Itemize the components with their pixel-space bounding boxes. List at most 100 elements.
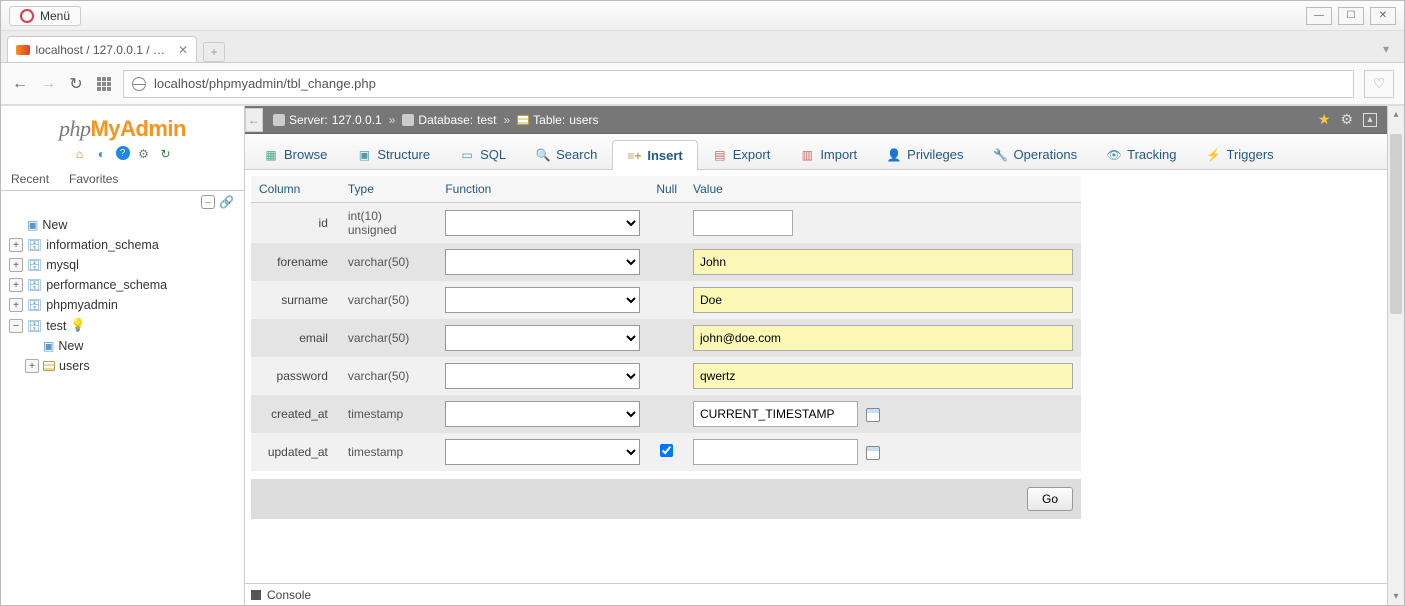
function-select[interactable] (445, 439, 640, 465)
function-select[interactable] (445, 325, 640, 351)
value-input[interactable] (693, 287, 1073, 313)
collapse-all-icon[interactable]: – (201, 195, 215, 209)
value-input[interactable] (693, 325, 1073, 351)
tree-db-performance-schema[interactable]: + 🗄 performance_schema (7, 275, 238, 295)
database-icon: 🗄 (27, 238, 42, 252)
calendar-icon[interactable] (866, 408, 880, 422)
database-icon: 🗄 (27, 258, 42, 272)
tree-db-information-schema[interactable]: + 🗄 information_schema (7, 235, 238, 255)
opera-menu-button[interactable]: Menü (9, 6, 81, 26)
function-select[interactable] (445, 210, 640, 236)
favorite-icon[interactable]: ★ (1318, 111, 1331, 128)
new-db-icon: ▣ (27, 218, 38, 232)
tree-db-mysql[interactable]: + 🗄 mysql (7, 255, 238, 275)
expand-icon[interactable]: + (9, 278, 23, 292)
import-icon: ▥ (800, 148, 814, 162)
recent-tab[interactable]: Recent (1, 168, 59, 190)
calendar-icon[interactable] (866, 446, 880, 460)
function-select[interactable] (445, 249, 640, 275)
expand-icon[interactable]: + (25, 359, 39, 373)
header-column[interactable]: Column (251, 176, 340, 203)
value-input[interactable] (693, 439, 858, 465)
pma-icon-row: ⌂ ◐ ? ⚙ ↻ (1, 146, 244, 168)
tab-operations[interactable]: 🔧Operations (979, 139, 1093, 169)
scroll-top-icon[interactable]: ▴ (1363, 113, 1377, 127)
scroll-up-button[interactable]: ▴ (1388, 106, 1404, 123)
speed-dial-grid-button[interactable] (95, 75, 113, 93)
breadcrumb-server[interactable]: 127.0.0.1 (332, 113, 382, 127)
tab-browse[interactable]: ▦Browse (249, 139, 342, 169)
url-input[interactable]: localhost/phpmyadmin/tbl_change.php (123, 70, 1354, 98)
new-tab-button[interactable]: + (203, 42, 225, 62)
forward-button[interactable]: → (39, 75, 57, 93)
settings-icon[interactable]: ⚙ (136, 146, 152, 162)
scrollbar[interactable]: ▴ ▾ (1387, 106, 1404, 605)
tab-close-icon[interactable]: ✕ (178, 43, 188, 57)
reload-button[interactable]: ↻ (67, 75, 85, 93)
breadcrumb-database[interactable]: test (477, 113, 496, 127)
value-input[interactable] (693, 210, 793, 236)
collapse-icon[interactable]: – (9, 319, 23, 333)
insert-icon: ≡+ (627, 149, 641, 163)
console-bar[interactable]: Console (245, 583, 1387, 605)
speed-dial-button[interactable]: ▾ (1374, 39, 1398, 59)
tree-db-test[interactable]: – 🗄 test 💡 (7, 315, 238, 336)
go-button[interactable]: Go (1027, 487, 1073, 511)
tab-search[interactable]: 🔍Search (521, 139, 612, 169)
sidebar-collapse-button[interactable]: ← (245, 108, 263, 132)
expand-icon[interactable]: + (9, 298, 23, 312)
tab-privileges[interactable]: 👤Privileges (872, 139, 978, 169)
tree-new-table[interactable]: ▣ New (7, 336, 238, 356)
bulb-icon: 💡 (70, 318, 86, 333)
tree-db-phpmyadmin[interactable]: + 🗄 phpmyadmin (7, 295, 238, 315)
header-type[interactable]: Type (340, 176, 437, 203)
browser-tab[interactable]: localhost / 127.0.0.1 / test ✕ (7, 36, 197, 62)
bookmark-button[interactable]: ♡ (1364, 70, 1394, 98)
nav-link-icon[interactable]: 🔗 (219, 195, 234, 209)
tab-structure[interactable]: ▣Structure (342, 139, 445, 169)
scroll-down-button[interactable]: ▾ (1388, 588, 1404, 605)
expand-icon[interactable]: + (9, 258, 23, 272)
tab-sql[interactable]: ▭SQL (445, 139, 521, 169)
insert-row-created_at: created_attimestamp (251, 395, 1081, 433)
tab-title: localhost / 127.0.0.1 / test (36, 43, 168, 57)
tab-export[interactable]: ▤Export (698, 139, 786, 169)
docs-icon[interactable]: ? (116, 146, 130, 160)
tree-table-users[interactable]: + users (7, 356, 238, 376)
minimize-button[interactable]: — (1306, 7, 1332, 25)
reload-icon[interactable]: ↻ (158, 146, 174, 162)
logout-icon[interactable]: ◐ (94, 146, 110, 162)
page-settings-icon[interactable]: ⚙ (1340, 111, 1353, 128)
favicon-icon (16, 45, 30, 55)
insert-form: Column Type Function Null Value idint(10… (245, 170, 1387, 583)
function-select[interactable] (445, 363, 640, 389)
back-button[interactable]: ← (11, 75, 29, 93)
expand-icon[interactable]: + (9, 238, 23, 252)
col-name: surname (251, 281, 340, 319)
function-select[interactable] (445, 401, 640, 427)
value-input[interactable] (693, 363, 1073, 389)
function-select[interactable] (445, 287, 640, 313)
maximize-button[interactable]: ☐ (1338, 7, 1364, 25)
scroll-thumb[interactable] (1390, 134, 1402, 314)
favorites-tab[interactable]: Favorites (59, 168, 128, 190)
header-null[interactable]: Null (648, 176, 685, 203)
header-function[interactable]: Function (437, 176, 648, 203)
tab-import[interactable]: ▥Import (785, 139, 872, 169)
tab-tracking[interactable]: 👁Tracking (1092, 139, 1191, 169)
col-type: varchar(50) (340, 281, 437, 319)
sql-icon: ▭ (460, 148, 474, 162)
home-icon[interactable]: ⌂ (72, 146, 88, 162)
database-icon: 🗄 (27, 298, 42, 312)
value-input[interactable] (693, 249, 1073, 275)
tab-triggers[interactable]: ⚡Triggers (1191, 139, 1288, 169)
value-input[interactable] (693, 401, 858, 427)
null-checkbox[interactable] (660, 444, 673, 457)
tree-new-db[interactable]: ▣ New (7, 215, 238, 235)
breadcrumb-table[interactable]: users (569, 113, 598, 127)
header-value[interactable]: Value (685, 176, 1081, 203)
tracking-icon: 👁 (1107, 148, 1121, 162)
structure-icon: ▣ (357, 148, 371, 162)
tab-insert[interactable]: ≡+Insert (612, 140, 697, 170)
close-button[interactable]: ✕ (1370, 7, 1396, 25)
